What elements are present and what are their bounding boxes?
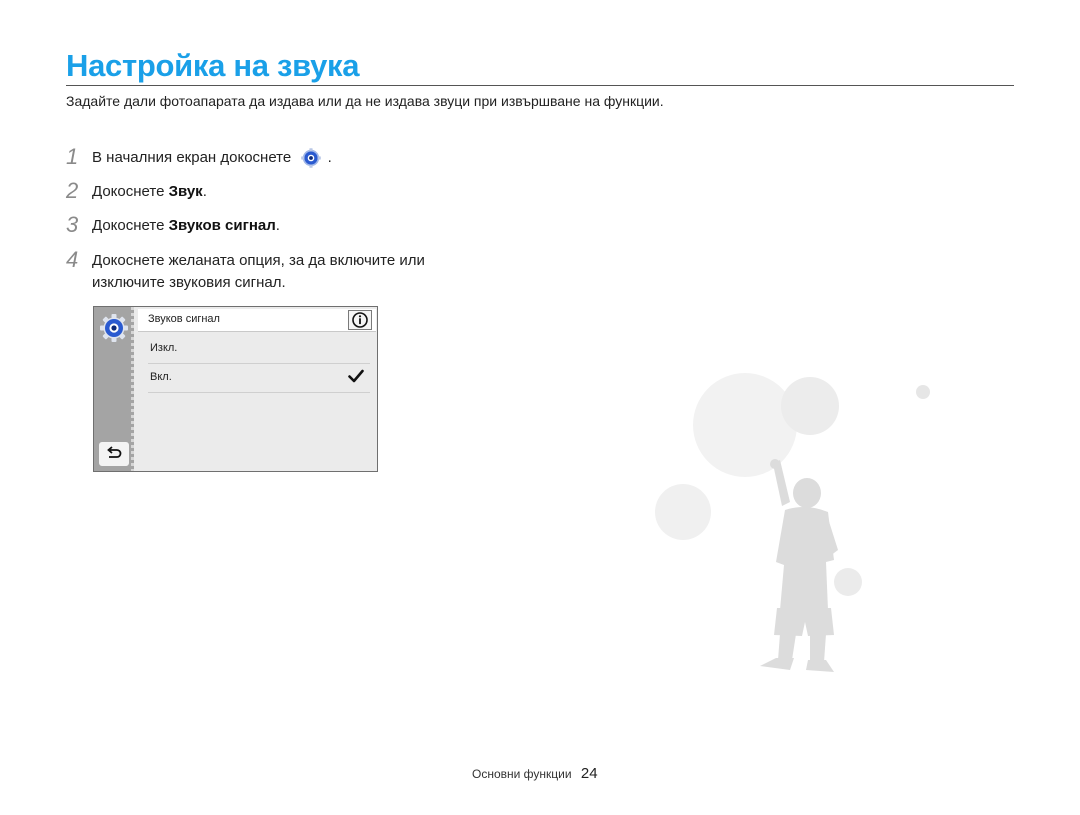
back-icon bbox=[107, 446, 122, 458]
camera-screen-mockup: Звуков сигнал Изкл. Вкл. bbox=[93, 306, 378, 472]
page-footer: Основни функции 24 bbox=[472, 765, 598, 782]
option-off[interactable]: Изкл. bbox=[148, 335, 370, 364]
step-text-end: . bbox=[327, 149, 332, 166]
settings-gear-icon bbox=[301, 148, 322, 168]
step-number: 4 bbox=[66, 247, 79, 272]
checkmark-icon bbox=[348, 369, 364, 383]
page-title: Настройка на звука bbox=[66, 48, 360, 83]
step-4: 4 Докоснете желаната опция, за да включи… bbox=[66, 247, 425, 294]
child-bubbles-illustration bbox=[655, 373, 930, 672]
step-2: 2 Докоснете Звук. bbox=[66, 178, 207, 203]
menu-term-sound: Звук bbox=[168, 183, 203, 200]
intro-text: Задайте дали фотоапарата да издава или д… bbox=[66, 93, 664, 109]
step-3: 3 Докоснете Звуков сигнал. bbox=[66, 212, 280, 237]
screen-sidebar bbox=[94, 307, 134, 471]
step-number: 2 bbox=[66, 178, 79, 203]
step-text: Докоснете bbox=[92, 217, 169, 234]
settings-gear-icon[interactable] bbox=[99, 313, 129, 343]
screen-header-title: Звуков сигнал bbox=[148, 313, 220, 325]
step-text: В началния екран докоснете bbox=[92, 149, 292, 166]
footer-section: Основни функции bbox=[472, 767, 572, 781]
option-label: Изкл. bbox=[150, 342, 178, 354]
step-text-line1: Докоснете желаната опция, за да включите… bbox=[92, 252, 425, 269]
title-divider bbox=[66, 85, 1014, 86]
step-text-end: . bbox=[202, 183, 207, 200]
screen-header: Звуков сигнал bbox=[138, 309, 376, 332]
info-button[interactable] bbox=[348, 310, 372, 330]
info-icon bbox=[352, 312, 368, 328]
step-text: Докоснете bbox=[92, 183, 169, 200]
step-text-line2: изключите звуковия сигнал. bbox=[92, 274, 286, 291]
step-text-end: . bbox=[275, 217, 280, 234]
option-label: Вкл. bbox=[150, 371, 172, 383]
step-number: 3 bbox=[66, 212, 79, 237]
step-1: 1 В началния екран докоснете . bbox=[66, 144, 332, 169]
menu-term-beep: Звуков сигнал bbox=[168, 217, 276, 234]
back-button[interactable] bbox=[99, 442, 129, 466]
step-number: 1 bbox=[66, 144, 79, 169]
option-on[interactable]: Вкл. bbox=[148, 364, 370, 393]
page-number: 24 bbox=[580, 765, 598, 782]
